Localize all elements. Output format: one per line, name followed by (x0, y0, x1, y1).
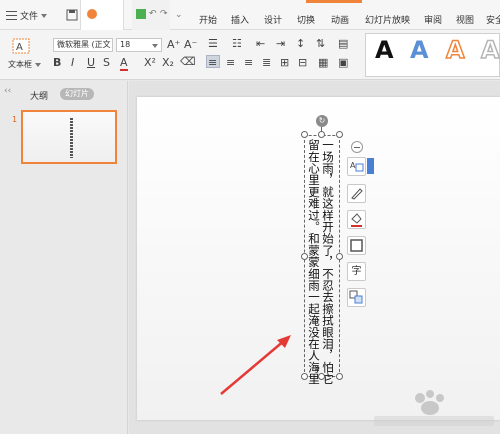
resize-handle-right[interactable] (336, 253, 343, 260)
wordart-style-gray-outline[interactable]: A (480, 35, 500, 65)
red-arrow-annotation (220, 335, 291, 395)
superscript-icon[interactable]: X² (144, 57, 156, 69)
arrange-button[interactable] (347, 288, 366, 307)
font-color-icon[interactable]: A (120, 57, 128, 71)
style-flag (367, 158, 374, 174)
smart-art-icon[interactable]: ▦ (318, 57, 328, 69)
resize-handle-bottom-left[interactable] (301, 373, 308, 380)
more-chevron-icon[interactable]: ⌄ (175, 10, 183, 20)
align-right-icon[interactable]: ≡ (244, 57, 253, 69)
pen-icon (351, 188, 363, 200)
tab-review[interactable]: 审阅 (424, 13, 442, 26)
align-left-icon[interactable]: ≡ (208, 57, 217, 69)
arrange-icon (349, 290, 363, 304)
resize-handle-bottom-right[interactable] (336, 373, 343, 380)
tab-outline[interactable]: 大纲 (30, 89, 48, 102)
tab-design[interactable]: 设计 (264, 13, 282, 26)
line-spacing-icon[interactable]: ↕ (296, 38, 305, 50)
resize-handle-top-right[interactable] (336, 131, 343, 138)
border-button[interactable] (347, 236, 366, 255)
grow-font-icon[interactable]: A⁺ (167, 39, 180, 51)
character-button[interactable]: 字 (347, 262, 366, 281)
outline-button[interactable] (347, 184, 366, 203)
textbox-icon[interactable]: A (12, 38, 30, 54)
font-name-value: 微软雅黑 (正文 (57, 40, 111, 49)
shrink-font-icon[interactable]: A⁻ (184, 39, 197, 51)
textbox-column-1[interactable]: 一场雨，就这样开始了，不忍去擦拭眼泪，怕它 (321, 139, 335, 385)
collapse-panel-icon[interactable]: ‹‹ (4, 86, 11, 96)
document-tab-1[interactable] (80, 0, 124, 30)
redo-icon[interactable]: ↷ (160, 9, 168, 19)
align-center-icon[interactable]: ≡ (226, 57, 235, 69)
italic-icon[interactable]: I (71, 57, 74, 69)
tab-home[interactable]: 开始 (199, 13, 217, 26)
font-name-select[interactable]: 微软雅黑 (正文 (53, 38, 113, 52)
file-menu-label: 文件 (20, 12, 39, 22)
justify-icon[interactable]: ≣ (262, 57, 271, 69)
thumbnail-text-preview (70, 118, 73, 158)
sheet-icon (136, 9, 146, 19)
tab-slideshow[interactable]: 幻灯片放映 (365, 13, 410, 26)
slide-number: 1 (12, 115, 18, 124)
square-border-icon (350, 239, 363, 252)
numbered-list-icon[interactable]: ☷ (232, 38, 242, 50)
svg-text:A: A (350, 161, 356, 170)
vertical-align-icon[interactable]: ⊟ (298, 57, 307, 69)
wordart-style-blue[interactable]: A (410, 35, 429, 65)
distribute-icon[interactable]: ⊞ (280, 57, 289, 69)
tab-view[interactable]: 视图 (456, 13, 474, 26)
tab-transition[interactable]: 切换 (297, 13, 315, 26)
baidu-watermark-logo (374, 390, 494, 426)
textbox-button[interactable]: 文本框 (8, 59, 41, 70)
chevron-down-icon (152, 44, 158, 48)
character-label: 字 (351, 266, 362, 277)
bold-icon[interactable]: B (53, 57, 61, 69)
resize-handle-bottom[interactable] (318, 373, 325, 380)
resize-handle-left[interactable] (301, 253, 308, 260)
slide-thumbnail[interactable] (21, 110, 117, 164)
textbox-label: 文本框 (8, 60, 32, 69)
chevron-down-icon (35, 62, 41, 67)
resize-handle-top-left[interactable] (301, 131, 308, 138)
doc-icon (87, 9, 97, 19)
rotate-handle-icon[interactable]: ↻ (316, 115, 328, 127)
fill-button[interactable] (347, 210, 366, 229)
text-style-icon: A (350, 161, 364, 172)
text-direction-icon[interactable]: ⇅ (316, 38, 325, 50)
increase-indent-icon[interactable]: ⇥ (276, 38, 285, 50)
hamburger-icon (6, 11, 17, 20)
save-icon[interactable] (66, 9, 78, 21)
text-box-icon[interactable]: ▣ (338, 57, 348, 69)
tab-insert[interactable]: 插入 (231, 13, 249, 26)
collapse-toolbar-icon[interactable] (351, 141, 363, 153)
paint-bucket-icon (351, 213, 362, 227)
clear-format-icon[interactable]: ⌫ (180, 56, 196, 68)
wordart-style-black[interactable]: A (375, 35, 394, 65)
chevron-down-icon (41, 13, 48, 18)
shadow-icon[interactable]: S (103, 57, 110, 69)
textbox-column-2[interactable]: 留在心里更难过。和蒙蒙细雨一起淹没在人海里 (307, 139, 321, 385)
columns-icon[interactable]: ▤ (338, 38, 348, 50)
bullet-list-icon[interactable]: ☰ (208, 38, 218, 50)
tab-security[interactable]: 安全 (486, 13, 500, 26)
menu-bar: 文件 ↶ ↷ ⌄ 开始 插入 设计 切换 动画 幻灯片放映 审阅 视图 安全 (0, 0, 500, 30)
active-doc-accent (306, 0, 362, 3)
underline-icon[interactable]: U (87, 57, 95, 69)
font-size-value: 18 (120, 40, 131, 49)
file-menu[interactable]: 文件 (6, 9, 48, 22)
resize-handle-top[interactable] (318, 131, 325, 138)
undo-icon[interactable]: ↶ (149, 9, 157, 19)
subscript-icon[interactable]: X₂ (162, 57, 174, 69)
tab-slides[interactable]: 幻灯片 (60, 88, 94, 100)
svg-text:A: A (16, 42, 23, 53)
tab-animation[interactable]: 动画 (331, 13, 349, 26)
wordart-style-orange-outline[interactable]: A (445, 35, 465, 65)
font-size-select[interactable]: 18 (116, 38, 162, 52)
text-style-button[interactable]: A (347, 157, 366, 176)
decrease-indent-icon[interactable]: ⇤ (256, 38, 265, 50)
